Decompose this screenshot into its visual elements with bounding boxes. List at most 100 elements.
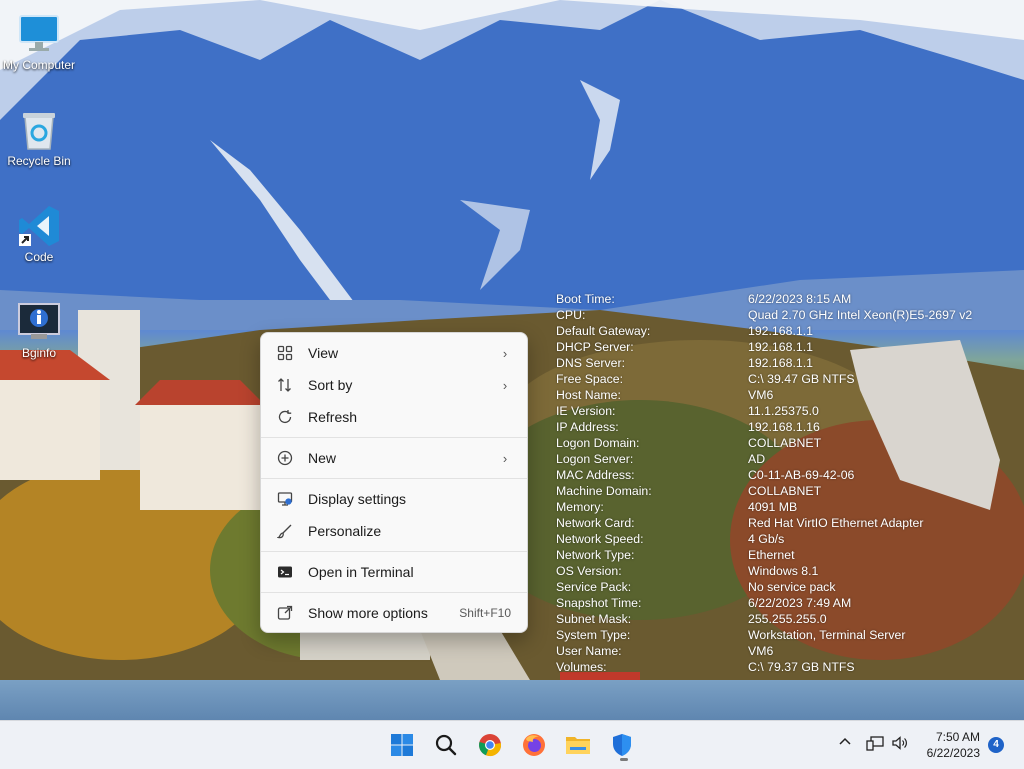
defender-button[interactable] — [606, 729, 638, 761]
menu-item-personalize[interactable]: Personalize — [265, 516, 523, 546]
firefox-icon — [523, 734, 545, 756]
desktop-icon-label: Bginfo — [21, 346, 57, 360]
bginfo-key: Snapshot Time: — [556, 596, 642, 610]
display-settings-icon — [276, 490, 294, 508]
bginfo-row: Volumes: C:\ 79.37 GB NTFS — [556, 659, 972, 675]
bginfo-row: Default Gateway: 192.168.1.1 — [556, 323, 972, 339]
desktop-icon-recycle-bin[interactable]: Recycle Bin — [1, 108, 77, 168]
bginfo-row: Subnet Mask: 255.255.255.0 — [556, 611, 972, 627]
chrome-button[interactable] — [474, 729, 506, 761]
bginfo-row: Network Card: Red Hat VirtIO Ethernet Ada… — [556, 515, 972, 531]
shortcut-hint: Shift+F10 — [459, 606, 511, 620]
bginfo-row: IE Version: 11.1.25375.0 — [556, 403, 972, 419]
bginfo-row: Service Pack: No service pack — [556, 579, 972, 595]
bginfo-value: Workstation, Terminal Server — [748, 628, 906, 642]
file-explorer-icon — [566, 737, 590, 754]
bginfo-key: Network Card: — [556, 516, 635, 530]
bginfo-row: DNS Server: 192.168.1.1 — [556, 355, 972, 371]
search-button[interactable] — [430, 729, 462, 761]
search-icon — [435, 734, 457, 756]
start-button[interactable] — [386, 729, 418, 761]
bginfo-key: Service Pack: — [556, 580, 632, 594]
open-external-icon — [276, 604, 294, 622]
bginfo-value: Ethernet — [748, 548, 795, 562]
network-icon — [866, 736, 884, 751]
bginfo-value: Red Hat VirtIO Ethernet Adapter — [748, 516, 924, 530]
menu-separator — [261, 437, 527, 438]
desktop-icon-label: Recycle Bin — [7, 154, 71, 168]
notification-badge[interactable]: 4 — [988, 737, 1004, 753]
bginfo-key: IP Address: — [556, 420, 619, 434]
taskbar: 7:50 AM 6/22/2023 4 — [0, 720, 1024, 769]
bginfo-row: User Name: VM6 — [556, 643, 972, 659]
bginfo-key: Volumes: — [556, 660, 607, 674]
bginfo-row: MAC Address: C0-11-AB-69-42-06 — [556, 467, 972, 483]
network-button[interactable] — [866, 735, 884, 754]
bginfo-key: OS Version: — [556, 564, 622, 578]
menu-item-view[interactable]: View › — [265, 338, 523, 368]
bginfo-key: Logon Server: — [556, 452, 634, 466]
bginfo-key: Network Speed: — [556, 532, 644, 546]
wallpaper-lake — [0, 680, 1024, 720]
clock-button[interactable]: 7:50 AM 6/22/2023 — [908, 729, 980, 761]
wallpaper-mountains — [0, 0, 1024, 330]
bginfo-key: Network Type: — [556, 548, 635, 562]
menu-separator — [261, 592, 527, 593]
clock-date: 6/22/2023 — [926, 746, 980, 760]
bginfo-overlay: Boot Time: 6/22/2023 8:15 AM CPU: Quad 2.70… — [556, 291, 972, 675]
bginfo-value: 4 Gb/s — [748, 532, 785, 546]
menu-item-new[interactable]: New › — [265, 443, 523, 473]
menu-item-sort-by[interactable]: Sort by › — [265, 370, 523, 400]
bginfo-row: Free Space: C:\ 39.47 GB NTFS — [556, 371, 972, 387]
volume-button[interactable] — [891, 735, 909, 754]
bginfo-key: User Name: — [556, 644, 622, 658]
bginfo-row: OS Version: Windows 8.1 — [556, 563, 972, 579]
file-explorer-button[interactable] — [562, 729, 594, 761]
menu-item-refresh[interactable]: Refresh — [265, 402, 523, 432]
bginfo-key: Default Gateway: — [556, 324, 651, 338]
desktop-icon-label: My Computer — [2, 58, 76, 72]
monitor-icon — [17, 12, 61, 56]
bginfo-row: Logon Domain: COLLABNET — [556, 435, 972, 451]
desktop-context-menu: View › Sort by › Refresh New › Display s… — [260, 332, 528, 633]
firefox-button[interactable] — [518, 729, 550, 761]
menu-item-label: Refresh — [308, 409, 358, 425]
start-icon — [391, 734, 413, 756]
vscode-icon — [17, 204, 61, 248]
menu-item-open-in-terminal[interactable]: Open in Terminal — [265, 557, 523, 587]
terminal-icon — [276, 563, 294, 581]
recycle-bin-icon — [17, 108, 61, 152]
bginfo-row: Logon Server: AD — [556, 451, 972, 467]
desktop-icon-label: Code — [24, 250, 54, 264]
menu-item-label: Sort by — [308, 377, 353, 393]
bginfo-row: Host Name: VM6 — [556, 387, 972, 403]
bginfo-key: Memory: — [556, 500, 604, 514]
bginfo-value: COLLABNET — [748, 436, 822, 450]
refresh-icon — [276, 408, 294, 426]
bginfo-value: C:\ 79.37 GB NTFS — [748, 660, 855, 674]
show-hidden-icons-button[interactable] — [838, 735, 852, 752]
bginfo-key: Host Name: — [556, 388, 621, 402]
desktop-icon-bginfo[interactable]: Bginfo — [1, 300, 77, 360]
bginfo-row: Network Speed: 4 Gb/s — [556, 531, 972, 547]
menu-item-show-more-options[interactable]: Show more options Shift+F10 — [265, 598, 523, 628]
bginfo-value: C0-11-AB-69-42-06 — [748, 468, 855, 482]
bginfo-row: System Type: Workstation, Terminal Server — [556, 627, 972, 643]
desktop-icon-code[interactable]: Code — [1, 204, 77, 264]
bginfo-value: 255.255.255.0 — [748, 612, 827, 626]
bginfo-key: Machine Domain: — [556, 484, 652, 498]
bginfo-value: No service pack — [748, 580, 836, 594]
bginfo-value: C:\ 39.47 GB NTFS — [748, 372, 855, 386]
menu-item-display-settings[interactable]: Display settings — [265, 484, 523, 514]
bginfo-icon — [17, 300, 61, 344]
defender-icon — [613, 734, 631, 756]
bginfo-value: 4091 MB — [748, 500, 798, 514]
desktop-icon-my-computer[interactable]: My Computer — [1, 12, 77, 72]
bginfo-row: DHCP Server: 192.168.1.1 — [556, 339, 972, 355]
bginfo-row: Boot Time: 6/22/2023 8:15 AM — [556, 291, 972, 307]
bginfo-key: Logon Domain: — [556, 436, 640, 450]
menu-item-label: Personalize — [308, 523, 382, 539]
bginfo-value: COLLABNET — [748, 484, 822, 498]
bginfo-key: System Type: — [556, 628, 631, 642]
bginfo-value: 11.1.25375.0 — [748, 404, 819, 418]
